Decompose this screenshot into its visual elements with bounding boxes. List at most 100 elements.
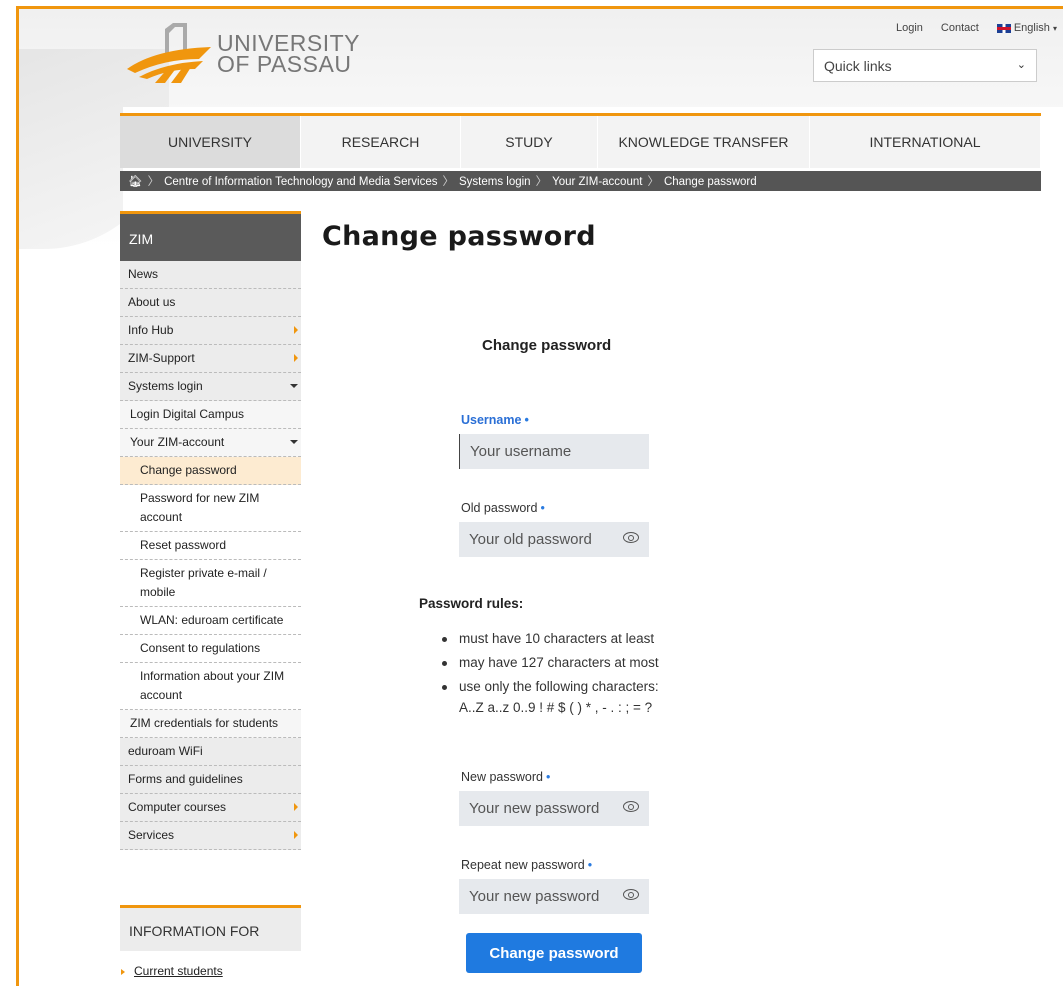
sidebar-item-eduroam[interactable]: eduroam WiFi bbox=[120, 738, 301, 766]
username-field[interactable]: Your username bbox=[459, 434, 649, 469]
expand-right-icon bbox=[294, 326, 298, 334]
repeat-password-field[interactable]: Your new password bbox=[459, 879, 649, 914]
expanded-down-icon bbox=[290, 384, 298, 388]
breadcrumb-item[interactable]: Your ZIM-account bbox=[552, 176, 642, 188]
caret-down-icon: ▾ bbox=[1052, 24, 1057, 33]
nav-university[interactable]: UNIVERSITY bbox=[120, 116, 301, 168]
sidebar: ZIM News About us Info Hub ZIM-Support S… bbox=[120, 211, 301, 850]
sidebar-item-label: ZIM credentials for students bbox=[130, 716, 279, 730]
nav-international[interactable]: INTERNATIONAL bbox=[810, 116, 1041, 168]
username-label: Username • bbox=[461, 413, 529, 427]
sidebar-item-forms[interactable]: Forms and guidelines bbox=[120, 766, 301, 794]
sidebar-item-label: Systems login bbox=[128, 379, 203, 393]
expand-right-icon bbox=[294, 354, 298, 362]
main-navigation: UNIVERSITY RESEARCH STUDY KNOWLEDGE TRAN… bbox=[120, 113, 1041, 168]
sidebar-item-computer-courses[interactable]: Computer courses bbox=[120, 794, 301, 822]
password-rules-title: Password rules: bbox=[419, 596, 524, 611]
logo-emblem-icon bbox=[127, 23, 211, 83]
sidebar-item-about-us[interactable]: About us bbox=[120, 289, 301, 317]
breadcrumb-separator: 〉 bbox=[442, 176, 455, 188]
sidebar-item-label: eduroam WiFi bbox=[128, 744, 203, 758]
sidebar-item-register-email[interactable]: Register private e-mail / mobile bbox=[120, 560, 301, 607]
list-item: may have 127 characters at most bbox=[440, 651, 659, 675]
sidebar-item-zim-support[interactable]: ZIM-Support bbox=[120, 345, 301, 373]
breadcrumb-separator: 〉 bbox=[535, 176, 548, 188]
sidebar-title: ZIM bbox=[120, 211, 301, 261]
sidebar-item-info-hub[interactable]: Info Hub bbox=[120, 317, 301, 345]
eye-icon[interactable] bbox=[623, 801, 639, 812]
login-link[interactable]: Login bbox=[896, 22, 923, 34]
list-item: use only the following characters: bbox=[440, 675, 659, 699]
sidebar-item-label: About us bbox=[128, 295, 176, 309]
quick-links-select[interactable]: Quick links ⌄ bbox=[813, 49, 1037, 82]
sidebar-item-password-new-account[interactable]: Password for new ZIM account bbox=[120, 485, 301, 532]
sidebar-item-label: Password for new ZIM account bbox=[140, 491, 260, 524]
sidebar-item-your-zim-account[interactable]: Your ZIM-account bbox=[120, 429, 301, 457]
required-marker: • bbox=[587, 858, 593, 872]
repeat-password-label: Repeat new password • bbox=[461, 858, 592, 872]
breadcrumb-separator: 〉 bbox=[147, 176, 160, 188]
breadcrumb-current[interactable]: Change password bbox=[664, 176, 757, 188]
list-item: must have 10 characters at least bbox=[440, 627, 659, 651]
form-title: Change password bbox=[482, 337, 612, 354]
eye-icon[interactable] bbox=[623, 889, 639, 900]
sidebar-item-label: Consent to regulations bbox=[140, 641, 261, 655]
home-icon[interactable]: 🏠︎ bbox=[128, 176, 143, 188]
university-logo[interactable]: UNIVERSITY OF PASSAU bbox=[125, 17, 385, 87]
sidebar-item-label: Forms and guidelines bbox=[128, 772, 243, 786]
top-links: Login Contact English ▾ bbox=[896, 22, 1057, 34]
sidebar-item-wlan-certificate[interactable]: WLAN: eduroam certificate bbox=[120, 607, 301, 635]
username-label-text: Username bbox=[461, 413, 522, 427]
expand-right-icon bbox=[294, 831, 298, 839]
sidebar-item-label: Computer courses bbox=[128, 800, 227, 814]
sidebar-item-reset-password[interactable]: Reset password bbox=[120, 532, 301, 560]
sidebar-item-label: Reset password bbox=[140, 538, 227, 552]
required-marker: • bbox=[540, 501, 545, 515]
nav-study[interactable]: STUDY bbox=[461, 116, 598, 168]
sidebar-item-label: Information about your ZIM account bbox=[140, 669, 285, 702]
sidebar-item-systems-login[interactable]: Systems login bbox=[120, 373, 301, 401]
sidebar-item-label: Services bbox=[128, 828, 175, 842]
sidebar-item-label: ZIM-Support bbox=[128, 351, 195, 365]
new-password-label: New password • bbox=[461, 770, 550, 784]
change-password-button[interactable]: Change password bbox=[466, 933, 642, 973]
password-rules-list: must have 10 characters at least may hav… bbox=[440, 627, 659, 699]
sidebar-item-consent[interactable]: Consent to regulations bbox=[120, 635, 301, 663]
sidebar-item-services[interactable]: Services bbox=[120, 822, 301, 850]
sidebar-item-account-info[interactable]: Information about your ZIM account bbox=[120, 663, 301, 710]
sidebar-item-label: Your ZIM-account bbox=[130, 435, 225, 449]
nav-knowledge-transfer[interactable]: KNOWLEDGE TRANSFER bbox=[598, 116, 810, 168]
sidebar-item-zim-credentials[interactable]: ZIM credentials for students bbox=[120, 710, 301, 738]
contact-link[interactable]: Contact bbox=[941, 22, 979, 34]
allowed-characters: A..Z a..z 0..9 ! # $ ( ) * , - . : ; = ? bbox=[459, 700, 653, 715]
sidebar-item-label: Info Hub bbox=[128, 323, 174, 337]
sidebar-item-label: Login Digital Campus bbox=[130, 407, 245, 421]
sidebar-item-label: WLAN: eduroam certificate bbox=[140, 613, 284, 627]
required-marker: • bbox=[524, 413, 529, 427]
sidebar-item-news[interactable]: News bbox=[120, 261, 301, 289]
new-password-placeholder: Your new password bbox=[469, 800, 600, 817]
logo-line-2: OF PASSAU bbox=[217, 51, 352, 77]
language-label: English bbox=[1013, 22, 1050, 34]
breadcrumb-item[interactable]: Systems login bbox=[459, 176, 531, 188]
username-placeholder: Your username bbox=[470, 443, 572, 460]
language-selector[interactable]: English ▾ bbox=[996, 22, 1057, 34]
current-students-link[interactable]: Current students bbox=[121, 964, 223, 978]
expand-right-icon bbox=[294, 803, 298, 811]
sidebar-item-label: Register private e-mail / mobile bbox=[140, 566, 267, 599]
breadcrumb-item[interactable]: Centre of Information Technology and Med… bbox=[164, 176, 437, 188]
breadcrumb-separator: 〉 bbox=[647, 176, 659, 188]
nav-research[interactable]: RESEARCH bbox=[301, 116, 461, 168]
repeat-password-label-text: Repeat new password bbox=[461, 858, 585, 872]
new-password-label-text: New password bbox=[461, 770, 543, 784]
sidebar-item-login-digital-campus[interactable]: Login Digital Campus bbox=[120, 401, 301, 429]
information-for-header: INFORMATION FOR bbox=[120, 905, 301, 951]
sidebar-item-change-password[interactable]: Change password bbox=[120, 457, 301, 485]
old-password-field[interactable]: Your old password bbox=[459, 522, 649, 557]
breadcrumb: 🏠︎ 〉 Centre of Information Technology and … bbox=[120, 171, 1041, 191]
new-password-field[interactable]: Your new password bbox=[459, 791, 649, 826]
expanded-down-icon bbox=[290, 440, 298, 444]
old-password-label: Old password • bbox=[461, 501, 545, 515]
repeat-password-placeholder: Your new password bbox=[469, 888, 600, 905]
eye-icon[interactable] bbox=[623, 532, 639, 543]
